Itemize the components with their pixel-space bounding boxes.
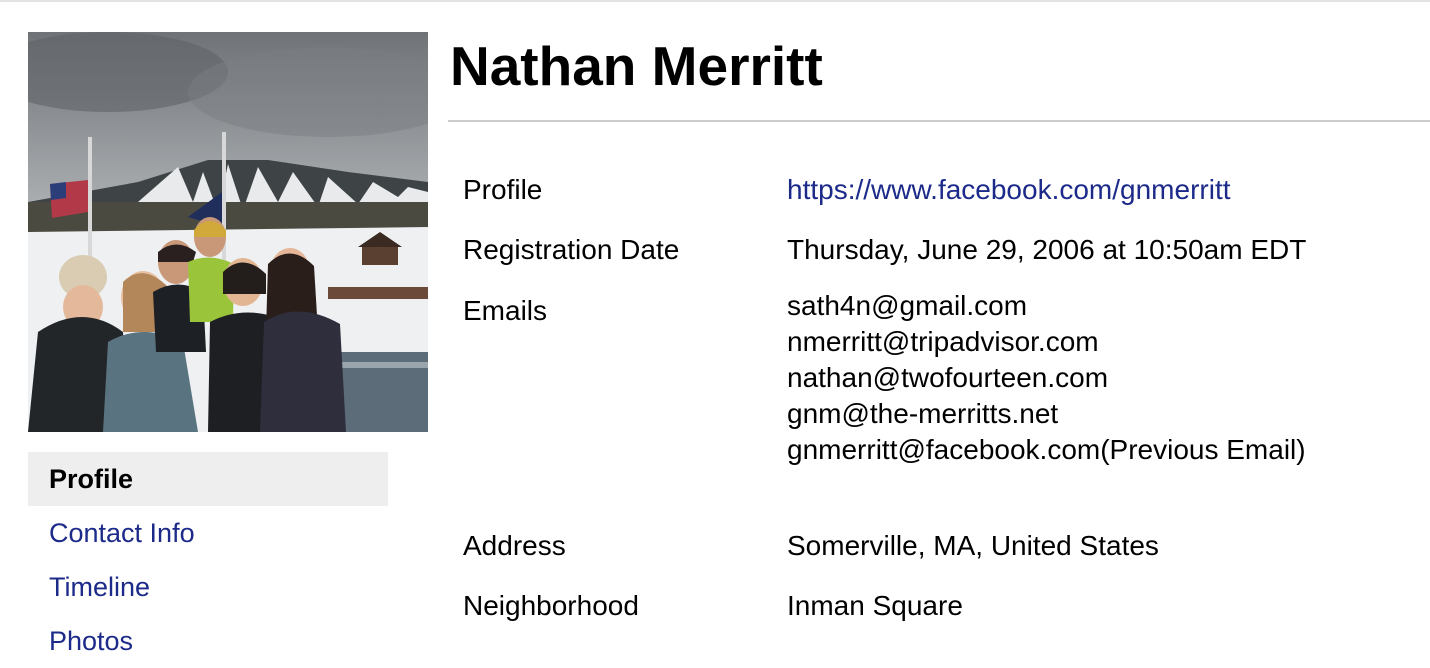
profile-sidebar-nav: Profile Contact Info Timeline Photos [28,452,388,668]
profile-photo[interactable] [28,32,428,432]
neighborhood-label: Neighborhood [463,590,639,621]
top-border [0,0,1430,2]
emails-list: sath4n@gmail.com nmerritt@tripadvisor.co… [787,288,1306,468]
email-item: nmerritt@tripadvisor.com [787,326,1099,357]
profile-url-link[interactable]: https://www.facebook.com/gnmerritt [787,174,1231,205]
registration-date-value: Thursday, June 29, 2006 at 10:50am EDT [787,234,1307,265]
address-label: Address [463,530,566,561]
profile-url-value: https://www.facebook.com/gnmerritt [787,174,1231,206]
nav-item-contact-info[interactable]: Contact Info [28,506,388,560]
nav-item-timeline[interactable]: Timeline [28,560,388,614]
emails-label: Emails [463,295,548,326]
registration-date-label: Registration Date [463,234,680,265]
header-divider [448,120,1430,122]
email-item: sath4n@gmail.com [787,290,1028,321]
email-item: nathan@twofourteen.com [787,362,1109,393]
profile-label: Profile [463,174,543,205]
nav-item-photos[interactable]: Photos [28,614,388,668]
neighborhood-value: Inman Square [787,590,963,621]
profile-name: Nathan Merritt [450,35,823,97]
photo-scene [28,32,428,432]
email-item: gnmerritt@facebook.com(Previous Email) [787,434,1306,465]
email-item: gnm@the-merritts.net [787,398,1059,429]
address-value: Somerville, MA, United States [787,530,1159,561]
nav-item-profile[interactable]: Profile [28,452,388,506]
